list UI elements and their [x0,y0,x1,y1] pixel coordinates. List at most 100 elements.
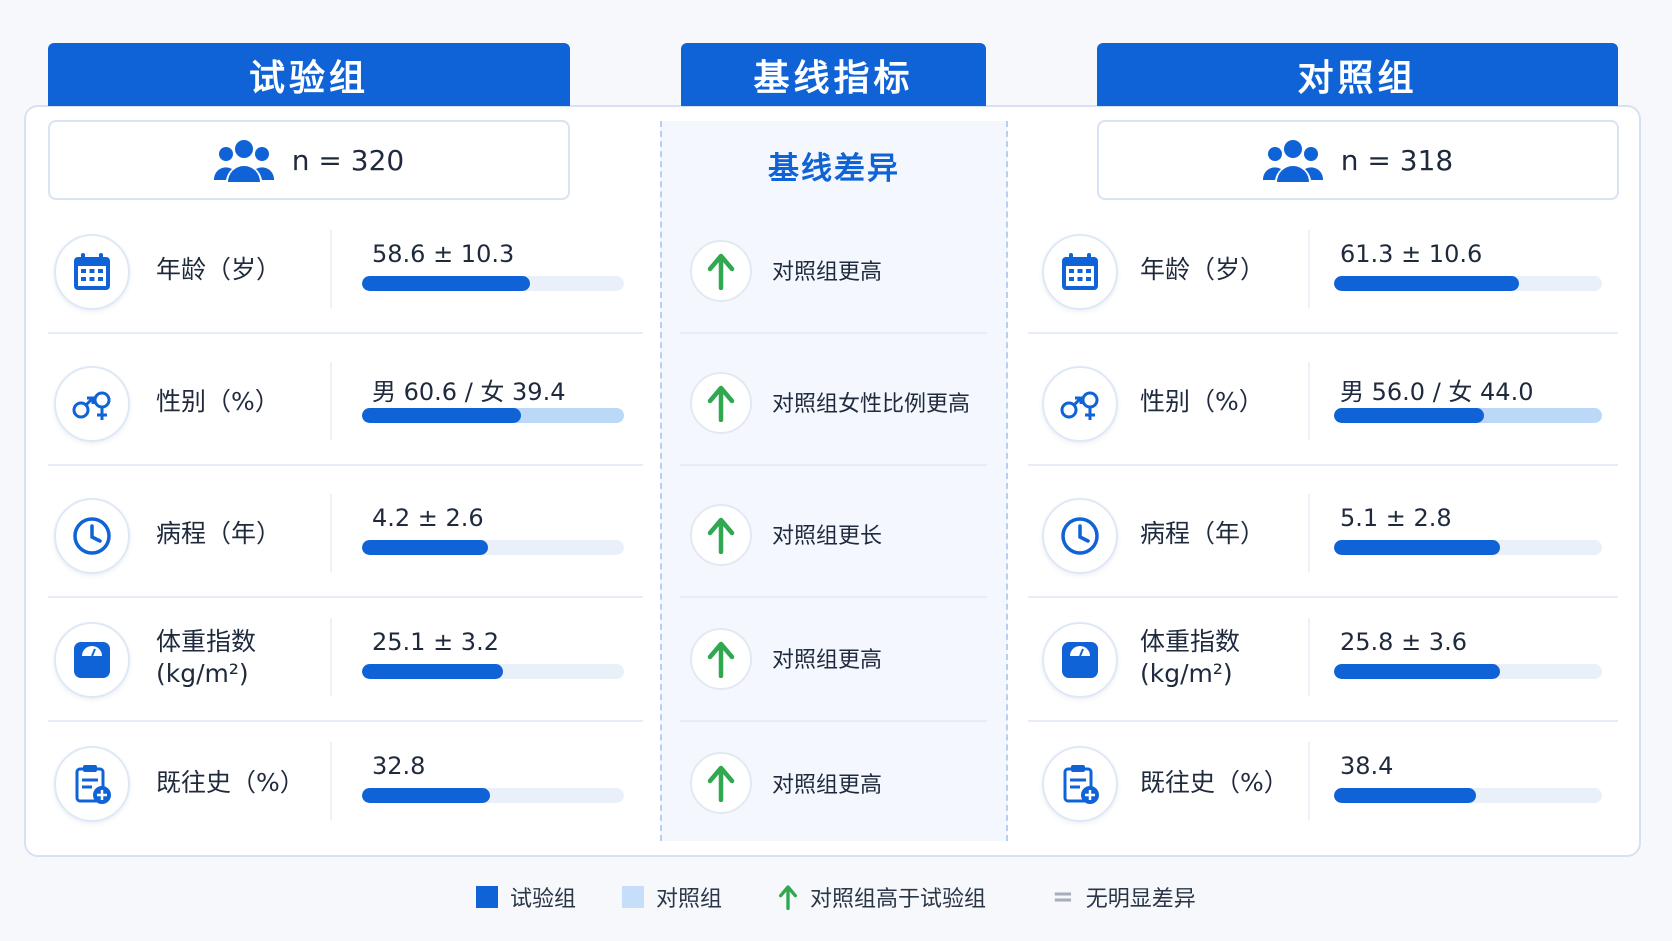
row-divider [1308,494,1310,572]
bar-fill [362,276,530,291]
arrow-up-icon [690,240,752,302]
control-group-header: 对照组 [1097,43,1618,106]
baseline-row-bmi: 对照组更高 [680,596,987,722]
baseline-diff-text: 对照组女性比例更高 [772,392,971,417]
row-divider [330,230,332,308]
bar-fill [1334,276,1519,291]
row-value: 4.2 ± 2.6 [372,504,484,532]
row-label: 性别（%） [156,386,280,416]
row-divider [330,494,332,572]
bar-fill [362,408,521,423]
row-label: 年龄（岁） [156,254,282,284]
baseline-diff-text: 对照组更长 [772,524,883,549]
row-value: 5.1 ± 2.8 [1340,504,1452,532]
row-label: 年龄（岁） [1140,254,1266,284]
value-bar [362,540,624,555]
value-bar [1334,664,1602,679]
control-row-bmi: 体重指数 (kg/m²) 25.8 ± 3.6 [1028,596,1618,722]
legend-item-trial: 试验组 [476,880,576,914]
row-value: 32.8 [372,752,426,780]
control-sample-size: n = 318 [1097,120,1619,200]
legend-label: 无明显差异 [1085,887,1196,912]
baseline-row-duration: 对照组更长 [680,472,987,598]
bar-fill [362,664,504,679]
clock-icon [54,498,130,574]
bar-fill [1334,540,1501,555]
row-divider [1308,362,1310,440]
arrow-up-icon [690,372,752,434]
value-bar [362,664,624,679]
row-divider [1308,230,1310,308]
calendar-icon [54,234,130,310]
value-bar [1334,540,1602,555]
clipboard-plus-icon [54,746,130,822]
row-divider [1308,742,1310,820]
swatch-control [622,886,644,908]
row-label: 既往史（%） [1140,767,1289,797]
value-bar [362,276,624,291]
bar-fill [362,540,488,555]
baseline-row-age: 对照组更高 [680,208,987,334]
row-label: 既往史（%） [156,767,305,797]
row-label: 体重指数 (kg/m²) [156,626,257,689]
control-row-age: 年龄（岁） 61.3 ± 10.6 [1028,208,1618,334]
control-n-value: n = 318 [1340,143,1454,177]
legend-item-higher: 对照组高于试验组 [778,880,986,914]
value-bar [1334,788,1602,803]
trial-row-gender: 性别（%） 男 60.6 / 女 39.4 [48,340,643,466]
scale-icon [1042,622,1118,698]
row-divider [330,362,332,440]
control-row-gender: 性别（%） 男 56.0 / 女 44.0 [1028,340,1618,466]
row-label: 性别（%） [1140,386,1264,416]
baseline-header: 基线指标 [681,43,986,106]
row-value: 58.6 ± 10.3 [372,240,515,268]
bar-fill [1334,788,1477,803]
baseline-row-gender: 对照组女性比例更高 [680,340,987,466]
bar-fill [1334,408,1485,423]
value-bar [1334,408,1602,423]
legend-item-control: 对照组 [622,880,722,914]
arrow-up-icon [690,752,752,814]
trial-sample-size: n = 320 [48,120,570,200]
legend-item-none: = 无明显差异 [1052,880,1196,914]
row-value: 25.8 ± 3.6 [1340,628,1467,656]
row-divider [330,618,332,696]
arrow-up-icon [690,628,752,690]
legend-label: 对照组 [656,887,723,912]
trial-n-value: n = 320 [291,143,405,177]
arrow-up-icon [690,504,752,566]
gender-icon [54,366,130,442]
baseline-diff-text: 对照组更高 [772,260,883,285]
baseline-title: 基线差异 [768,151,900,187]
row-label: 病程（年） [156,518,282,548]
arrow-up-icon [779,885,797,910]
row-value: 男 60.6 / 女 39.4 [372,378,566,406]
baseline-diff-text: 对照组更高 [772,648,883,673]
group-icon [213,140,274,182]
row-label: 体重指数 (kg/m²) [1140,626,1241,689]
legend-label: 试验组 [510,887,577,912]
calendar-icon [1042,234,1118,310]
legend: 试验组 对照组 对照组高于试验组 = 无明显差异 [0,880,1672,914]
value-bar [362,788,624,803]
row-divider [1308,618,1310,696]
row-value: 25.1 ± 3.2 [372,628,499,656]
trial-row-age: 年龄（岁） 58.6 ± 10.3 [48,208,643,334]
clipboard-plus-icon [1042,746,1118,822]
value-bar [362,408,624,423]
bar-fill [362,788,491,803]
trial-group-header: 试验组 [48,43,570,106]
row-label: 病程（年） [1140,518,1266,548]
trial-row-bmi: 体重指数 (kg/m²) 25.1 ± 3.2 [48,596,643,722]
row-value: 38.4 [1340,752,1394,780]
clock-icon [1042,498,1118,574]
row-value: 男 56.0 / 女 44.0 [1340,378,1534,406]
group-icon [1262,140,1323,182]
value-bar [1334,276,1602,291]
row-divider [330,742,332,820]
legend-label: 对照组高于试验组 [810,887,987,912]
scale-icon [54,622,130,698]
swatch-trial [476,886,498,908]
trial-row-duration: 病程（年） 4.2 ± 2.6 [48,472,643,598]
control-row-duration: 病程（年） 5.1 ± 2.8 [1028,472,1618,598]
